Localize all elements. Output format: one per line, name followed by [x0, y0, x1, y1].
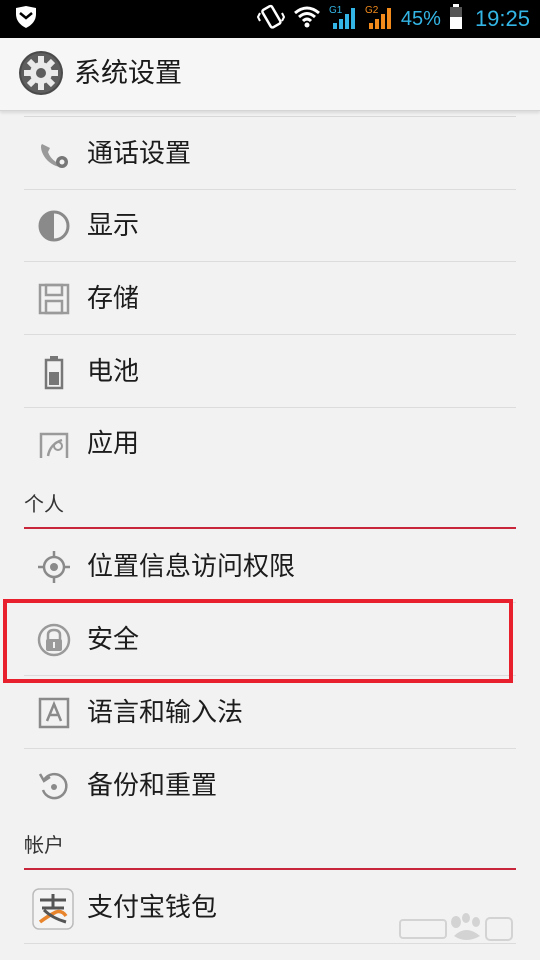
storage-icon	[36, 281, 72, 317]
apps-icon	[36, 426, 72, 462]
section-label: 个人	[24, 492, 64, 516]
display-icon	[36, 208, 72, 244]
baidu-watermark-logo	[396, 910, 516, 946]
settings-item-label: 位置信息访问权限	[87, 552, 296, 582]
settings-item-storage[interactable]: 存储	[0, 263, 540, 335]
clock: 19:25	[474, 6, 530, 31]
settings-list: 通话设置 显示 存储 电池 应用 个人 位置信息访问权限 安全 语言和输入法 备…	[0, 110, 540, 960]
battery-status-icon	[449, 4, 463, 34]
status-bar: G1 G2 45% 19:25	[0, 0, 540, 38]
divider	[24, 334, 516, 335]
action-bar: 系统设置	[0, 38, 540, 111]
lock-icon	[36, 622, 72, 658]
language-icon	[36, 695, 72, 731]
signal-sim2-icon: G2	[365, 3, 393, 35]
section-divider	[24, 868, 516, 870]
settings-item-label: 电池	[87, 357, 140, 387]
section-header-accounts: 帐户	[0, 824, 540, 870]
settings-item-battery[interactable]: 电池	[0, 336, 540, 408]
alipay-icon	[32, 888, 74, 930]
divider	[24, 261, 516, 262]
battery-percent: 45%	[400, 8, 441, 30]
settings-item-label: 显示	[87, 211, 140, 241]
divider	[24, 748, 516, 749]
section-header-personal: 个人	[0, 483, 540, 529]
settings-item-call[interactable]: 通话设置	[0, 118, 540, 190]
settings-item-location[interactable]: 位置信息访问权限	[0, 531, 540, 603]
svg-text:G1: G1	[329, 5, 343, 16]
divider	[24, 675, 516, 676]
settings-item-label: 支付宝钱包	[87, 893, 218, 923]
settings-item-label: 安全	[87, 625, 140, 655]
settings-item-label: 备份和重置	[87, 771, 218, 801]
status-icons: G1 G2 45% 19:25	[256, 3, 530, 35]
settings-item-label: 通话设置	[87, 139, 192, 169]
page-title: 系统设置	[74, 58, 182, 89]
svg-text:G2: G2	[365, 5, 379, 16]
settings-item-language-input[interactable]: 语言和输入法	[0, 677, 540, 749]
divider	[24, 602, 516, 603]
settings-item-display[interactable]: 显示	[0, 190, 540, 262]
battery-icon	[36, 354, 72, 390]
divider	[24, 116, 516, 117]
phone-settings-icon	[36, 136, 72, 172]
settings-item-apps[interactable]: 应用	[0, 408, 540, 480]
settings-item-label: 存储	[87, 284, 140, 314]
settings-item-label: 语言和输入法	[87, 698, 244, 728]
notification-shield-icon	[14, 6, 38, 32]
section-divider	[24, 527, 516, 529]
backup-restore-icon	[36, 768, 72, 804]
vibrate-icon	[256, 3, 286, 35]
wifi-icon	[293, 5, 321, 33]
settings-item-label: 应用	[87, 429, 140, 459]
signal-sim1-icon: G1	[329, 3, 357, 35]
settings-item-security[interactable]: 安全	[0, 604, 540, 676]
gear-icon[interactable]	[18, 50, 64, 96]
location-icon	[36, 549, 72, 585]
settings-item-backup-reset[interactable]: 备份和重置	[0, 750, 540, 822]
section-label: 帐户	[24, 833, 64, 857]
